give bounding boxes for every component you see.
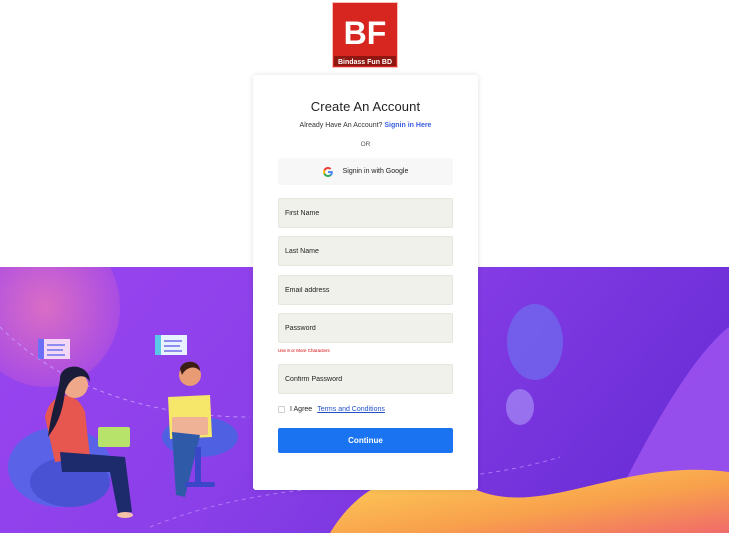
- continue-button[interactable]: Continue: [278, 428, 453, 453]
- last-name-field[interactable]: [278, 236, 453, 266]
- google-icon: [322, 166, 333, 177]
- first-name-field[interactable]: [278, 198, 453, 228]
- terms-checkbox[interactable]: [278, 405, 285, 413]
- agree-label: I Agree: [290, 405, 313, 413]
- page-title: Create An Account: [310, 99, 421, 114]
- email-field[interactable]: [278, 275, 453, 305]
- svg-text:BF: BF: [344, 15, 387, 51]
- terms-agreement: I Agree Terms and Conditions: [278, 404, 385, 414]
- or-divider: OR: [360, 141, 371, 148]
- google-signin-button[interactable]: Signin in with Google: [278, 158, 453, 185]
- password-hint: Use 8 or More Characters: [278, 348, 330, 353]
- signup-card: Create An Account Already Have An Accoun…: [253, 75, 478, 490]
- already-account-text: Already Have An Account?: [299, 122, 383, 129]
- brand-logo: BF Bindass Fun BD: [332, 2, 398, 68]
- google-signin-label: Signin in with Google: [342, 168, 409, 175]
- terms-link[interactable]: Terms and Conditions: [317, 406, 385, 413]
- confirm-password-field[interactable]: [278, 364, 453, 394]
- already-account-line: Already Have An Account? Signin in Here: [253, 122, 478, 129]
- signin-link[interactable]: Signin in Here: [384, 122, 431, 129]
- svg-text:Bindass Fun BD: Bindass Fun BD: [338, 59, 392, 66]
- password-field[interactable]: [278, 313, 453, 343]
